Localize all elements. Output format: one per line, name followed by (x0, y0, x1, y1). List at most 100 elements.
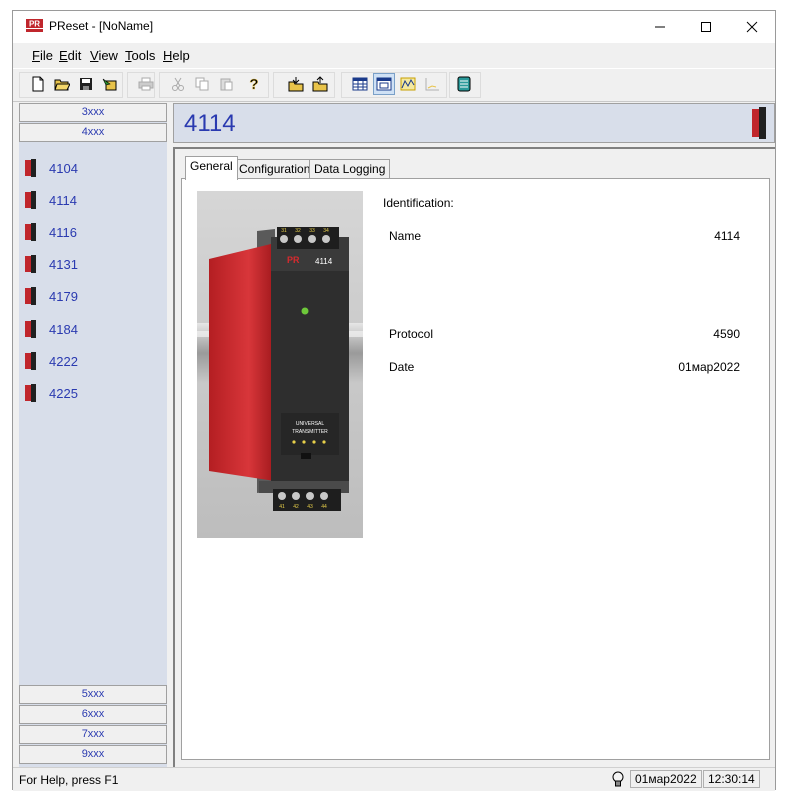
device-group-panel: 3xxx 4xxx 4104 4114 4116 4131 4179 4184 (19, 103, 167, 767)
open-folder-icon (54, 79, 70, 91)
device-module-icon (25, 320, 36, 338)
window-title: PReset - [NoName] (49, 19, 154, 33)
device-item-4116[interactable]: 4116 (19, 219, 167, 247)
paste-button[interactable] (215, 73, 237, 95)
device-item-4104[interactable]: 4104 (19, 155, 167, 183)
photo-model-label: 4114 (315, 257, 333, 266)
svg-text:PR: PR (29, 20, 40, 29)
protocol-label: Protocol (389, 327, 434, 341)
menu-help[interactable]: Help (163, 48, 190, 63)
cut-button[interactable] (167, 73, 189, 95)
copy-icon (195, 77, 209, 91)
photo-terminal-label: 34 (323, 228, 329, 234)
device-module-icon (25, 255, 36, 273)
photo-terminal-label: 31 (281, 228, 287, 234)
import-button[interactable] (99, 73, 121, 95)
tab-general[interactable]: General (185, 156, 238, 180)
table-view-button[interactable] (349, 73, 371, 95)
tab-data-logging[interactable]: Data Logging (309, 159, 391, 179)
device-module-icon (25, 287, 36, 305)
svg-text:?: ? (249, 76, 258, 92)
table-grid-icon (352, 77, 368, 91)
status-bar: For Help, press F1 01мар2022 12:30:14 (13, 767, 775, 791)
read-from-device-button[interactable] (285, 73, 307, 95)
copy-button[interactable] (191, 73, 213, 95)
photo-brand-label: PR (287, 255, 300, 265)
device-module-icon (25, 384, 36, 402)
folder-upload-icon (312, 76, 328, 92)
device-item-label: 4114 (49, 193, 77, 208)
tab-configuration[interactable]: Configuration (234, 159, 316, 179)
group-button-5xxx[interactable]: 5xxx (19, 685, 167, 704)
device-header: 4114 (173, 103, 775, 143)
menu-tools[interactable]: Tools (125, 48, 155, 63)
group-button-4xxx[interactable]: 4xxx (19, 123, 167, 142)
photo-terminal-label: 41 (279, 504, 285, 510)
device-item-label: 4184 (49, 322, 78, 337)
product-photo: 31 32 33 34 PR 4114 UNIVERSAL TRANSMITTE… (197, 191, 363, 538)
device-item-4179[interactable]: 4179 (19, 283, 167, 311)
monitor-view-button[interactable] (397, 73, 419, 95)
open-button[interactable] (51, 73, 73, 95)
device-item-label: 4104 (49, 161, 78, 176)
maximize-button[interactable] (683, 11, 729, 43)
device-module-icon (25, 352, 36, 370)
photo-terminal-label: 32 (295, 228, 301, 234)
photo-line2-label: TRANSMITTER (292, 429, 328, 435)
lightbulb-icon (612, 771, 624, 787)
paste-clipboard-icon (220, 78, 233, 91)
name-value: 4114 (714, 229, 740, 243)
photo-terminal-label: 42 (293, 504, 299, 510)
group-button-7xxx[interactable]: 7xxx (19, 725, 167, 744)
device-module-icon (25, 223, 36, 241)
device-item-4184[interactable]: 4184 (19, 316, 167, 344)
app-logo-icon: PR (26, 19, 43, 32)
device-view-button[interactable] (373, 73, 395, 95)
help-question-icon: ? (249, 76, 259, 92)
save-button[interactable] (75, 73, 97, 95)
write-to-device-button[interactable] (309, 73, 331, 95)
minimize-button[interactable] (637, 11, 683, 43)
photo-terminal-label: 44 (321, 504, 327, 510)
minimize-icon (655, 26, 665, 28)
close-icon (746, 21, 758, 33)
photo-terminal-label: 43 (307, 504, 313, 510)
device-module-icon (752, 107, 766, 139)
menu-view[interactable]: View (90, 48, 118, 63)
title-bar: PR PReset - [NoName] (13, 11, 775, 43)
device-item-4222[interactable]: 4222 (19, 348, 167, 376)
device-item-label: 4222 (49, 354, 78, 369)
toolbar: ? (13, 68, 775, 102)
name-label: Name (389, 229, 422, 243)
folder-download-icon (288, 77, 304, 92)
menu-file[interactable]: File (32, 48, 53, 63)
group-button-9xxx[interactable]: 9xxx (19, 745, 167, 764)
axis-graph-icon (425, 78, 439, 91)
menu-bar: File Edit View Tools Help (13, 43, 775, 67)
print-button[interactable] (135, 73, 157, 95)
scissors-icon (172, 77, 184, 91)
database-button[interactable] (453, 73, 475, 95)
date-value: 01мар2022 (678, 360, 740, 374)
photo-line1-label: UNIVERSAL (296, 421, 325, 427)
device-item-label: 4179 (49, 289, 78, 304)
maximize-icon (701, 22, 711, 32)
device-item-4225[interactable]: 4225 (19, 380, 167, 408)
device-item-label: 4131 (49, 257, 78, 272)
database-icon (457, 76, 471, 92)
device-module-icon (25, 191, 36, 209)
device-item-4131[interactable]: 4131 (19, 251, 167, 279)
menu-edit[interactable]: Edit (59, 48, 81, 63)
photo-terminal-label: 33 (309, 228, 315, 234)
close-button[interactable] (729, 11, 775, 43)
device-item-label: 4225 (49, 386, 78, 401)
help-button[interactable]: ? (243, 73, 265, 95)
printer-icon (138, 77, 154, 91)
group-button-3xxx[interactable]: 3xxx (19, 103, 167, 122)
save-disk-icon (80, 78, 92, 90)
device-item-4114[interactable]: 4114 (19, 187, 167, 215)
new-button[interactable] (27, 73, 49, 95)
graph-view-button[interactable] (421, 73, 443, 95)
status-time: 12:30:14 (703, 770, 760, 788)
group-button-6xxx[interactable]: 6xxx (19, 705, 167, 724)
